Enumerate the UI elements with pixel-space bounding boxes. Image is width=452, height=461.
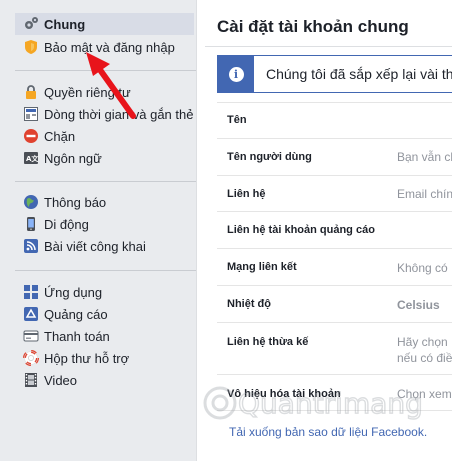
sidebar-divider <box>15 70 196 71</box>
sidebar-item-notifications[interactable]: Thông báo <box>15 191 194 213</box>
row-divider <box>217 410 452 411</box>
row-value: Không có <box>397 261 448 275</box>
svg-text:A文: A文 <box>26 154 39 163</box>
sidebar-item-privacy[interactable]: Quyền riêng tư <box>15 81 194 103</box>
sidebar-item-label: Quyền riêng tư <box>44 84 131 100</box>
settings-content: Cài đặt tài khoản chung i Chúng tôi đã s… <box>196 0 452 461</box>
row-label: Liên hệ <box>227 188 266 200</box>
row-value: Bạn vẫn ch <box>397 150 452 164</box>
sidebar-item-label: Thanh toán <box>44 328 110 344</box>
sidebar-item-support-inbox[interactable]: Hộp thư hỗ trợ <box>15 347 194 369</box>
settings-row-networks[interactable]: Mạng liên kết Không có <box>217 249 452 286</box>
credit-card-icon <box>23 328 39 344</box>
settings-sidebar: Chung Bảo mật và đăng nhập Quyền riêng t… <box>0 0 196 461</box>
row-value: Hãy chọn <box>397 335 448 349</box>
sidebar-item-label: Thông báo <box>44 194 107 210</box>
globe-icon <box>23 194 39 210</box>
sidebar-item-label: Quảng cáo <box>44 306 108 322</box>
download-data-link[interactable]: Tải xuống bản sao dữ liệu Facebook. <box>229 425 427 439</box>
settings-row-legacy-contact[interactable]: Liên hệ thừa kế Hãy chọn nếu có điề <box>217 323 452 375</box>
settings-row-username[interactable]: Tên người dùng Bạn vẫn ch <box>217 139 452 176</box>
sidebar-item-blocking[interactable]: Chặn <box>15 125 194 147</box>
ads-icon <box>23 306 39 322</box>
sidebar-item-label: Bảo mật và đăng nhập <box>44 39 175 55</box>
sidebar-item-label: Ứng dụng <box>44 284 103 300</box>
settings-row-name[interactable]: Tên <box>217 103 452 139</box>
sidebar-divider <box>15 270 196 271</box>
sidebar-divider <box>15 181 196 182</box>
apps-grid-icon <box>23 284 39 300</box>
row-label: Liên hệ thừa kế <box>227 336 309 348</box>
info-banner: i Chúng tôi đã sắp xếp lại vài th <box>217 55 452 93</box>
title-divider <box>205 46 452 47</box>
mobile-icon <box>23 216 39 232</box>
language-icon: A文 <box>23 150 39 166</box>
sidebar-item-label: Video <box>44 372 78 388</box>
sidebar-item-label: Chung <box>44 16 86 32</box>
sidebar-item-apps[interactable]: Ứng dụng <box>15 281 194 303</box>
sidebar-item-label: Chặn <box>44 128 76 144</box>
info-banner-text: Chúng tôi đã sắp xếp lại vài th <box>266 66 452 82</box>
sidebar-item-label: Ngôn ngữ <box>44 150 102 166</box>
sidebar-item-security[interactable]: Bảo mật và đăng nhập <box>15 36 194 58</box>
sidebar-item-payments[interactable]: Thanh toán <box>15 325 194 347</box>
row-value: Email chín <box>397 187 452 201</box>
sidebar-item-video[interactable]: Video <box>15 369 194 391</box>
row-value: Chọn xem <box>397 387 452 401</box>
row-label: Vô hiệu hóa tài khoản <box>227 388 341 400</box>
row-label: Tên người dùng <box>227 151 312 163</box>
film-icon <box>23 372 39 388</box>
lock-icon <box>23 84 39 100</box>
row-label: Liên hệ tài khoản quảng cáo <box>227 224 375 236</box>
sidebar-item-label: Di động <box>44 216 89 232</box>
row-label: Mạng liên kết <box>227 261 297 273</box>
sidebar-item-public-posts[interactable]: Bài viết công khai <box>15 235 194 257</box>
sidebar-item-label: Bài viết công khai <box>44 238 146 254</box>
page-title: Cài đặt tài khoản chung <box>217 17 409 36</box>
lifebuoy-icon <box>23 350 39 366</box>
info-icon-container: i <box>218 56 254 92</box>
settings-row-deactivate-account[interactable]: Vô hiệu hóa tài khoản Chọn xem <box>217 375 452 411</box>
settings-row-contact[interactable]: Liên hệ Email chín <box>217 176 452 212</box>
sidebar-item-mobile[interactable]: Di động <box>15 213 194 235</box>
sidebar-item-label: Dòng thời gian và gắn thẻ <box>44 106 194 122</box>
info-icon: i <box>228 66 244 82</box>
sidebar-item-label: Hộp thư hỗ trợ <box>44 350 130 366</box>
sidebar-item-ads[interactable]: Quảng cáo <box>15 303 194 325</box>
sidebar-item-general[interactable]: Chung <box>15 13 194 35</box>
sidebar-item-language[interactable]: A文 Ngôn ngữ <box>15 147 194 169</box>
settings-row-temperature[interactable]: Nhiệt độ Celsius <box>217 286 452 323</box>
row-value: Celsius <box>397 298 440 312</box>
settings-row-ad-account-contact[interactable]: Liên hệ tài khoản quảng cáo <box>217 212 452 249</box>
shield-badge-icon <box>23 39 39 55</box>
sidebar-item-timeline[interactable]: Dòng thời gian và gắn thẻ <box>15 103 194 125</box>
row-label: Nhiệt độ <box>227 298 271 310</box>
row-label: Tên <box>227 114 247 126</box>
row-value-line2: nếu có điề <box>397 351 452 365</box>
gears-icon <box>23 16 39 32</box>
timeline-icon <box>23 106 39 122</box>
rss-icon <box>23 238 39 254</box>
block-icon <box>23 128 39 144</box>
